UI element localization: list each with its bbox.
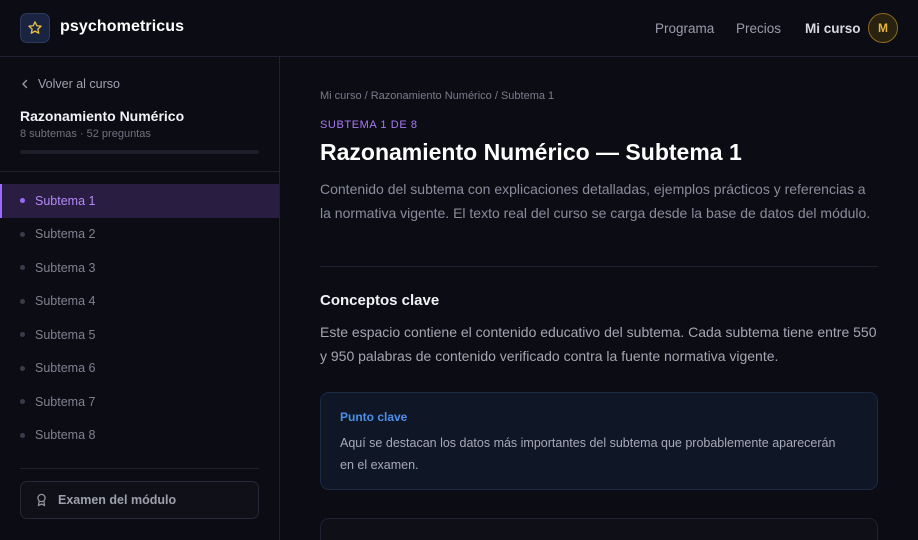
bullet-dot-icon [20,399,25,405]
logo[interactable] [20,13,50,43]
avatar[interactable]: M [868,13,898,43]
brand-name[interactable]: psychometricus [60,18,184,36]
sidebar-item-label: Subtema 1 [35,193,96,208]
award-icon [37,493,46,507]
nav-link-mi-curso[interactable]: Mi curso [805,21,861,36]
bullet-dot-icon [20,265,25,271]
callout-title: Punto clave [340,410,408,424]
module-exam-button[interactable]: Examen del módulo [20,481,259,519]
key-point-callout: Punto clave Aquí se destacan los datos m… [320,392,878,490]
sidebar-item-subtema-8[interactable]: Subtema 8 [0,419,279,453]
next-content-card [320,518,878,540]
bullet-dot-icon [20,231,25,237]
back-label: Volver al curso [38,77,120,91]
chevron-left-icon [22,79,28,89]
sidebar-divider [0,171,279,172]
lead-paragraph: Contenido del subtema con explicaciones … [320,181,871,221]
bullet-dot-icon [20,332,25,338]
sidebar-item-label: Subtema 8 [35,428,96,443]
section-paragraph: Este espacio contiene el contenido educa… [320,324,877,364]
content-divider [320,266,878,267]
main-content: Mi curso / Razonamiento Numérico / Subte… [320,57,878,540]
module-title: Razonamiento Numérico [20,108,185,124]
sidebar-item-label: Subtema 7 [35,394,96,409]
page-title: Razonamiento Numérico — Subtema 1 [320,139,742,165]
module-meta: 8 subtemas · 52 preguntas [20,128,151,140]
nav-link-programa[interactable]: Programa [655,21,714,36]
sidebar: Volver al curso Razonamiento Numérico 8 … [0,57,280,540]
breadcrumb[interactable]: Mi curso / Razonamiento Numérico / Subte… [320,90,554,102]
sidebar-item-label: Subtema 5 [35,327,96,342]
sidebar-item-label: Subtema 2 [35,227,96,242]
sidebar-item-subtema-7[interactable]: Subtema 7 [0,385,279,419]
sidebar-item-subtema-4[interactable]: Subtema 4 [0,285,279,319]
bullet-dot-icon [20,365,25,371]
sidebar-item-label: Subtema 4 [35,294,96,309]
bullet-dot-icon [20,432,25,438]
bullet-dot-icon [20,198,25,204]
section-heading: Conceptos clave [320,292,440,309]
sidebar-item-label: Subtema 3 [35,260,96,275]
sidebar-item-subtema-6[interactable]: Subtema 6 [0,352,279,386]
subtopic-counter: SUBTEMA 1 DE 8 [320,119,418,131]
sidebar-item-subtema-2[interactable]: Subtema 2 [0,218,279,252]
sidebar-item-subtema-5[interactable]: Subtema 5 [0,318,279,352]
subtopic-list: Subtema 1 Subtema 2 Subtema 3 Subtema 4 … [0,184,279,452]
sidebar-divider [20,468,259,469]
star-icon [28,21,42,34]
callout-text: Aquí se destacan los datos más important… [340,436,836,472]
module-progress-bar [20,150,259,154]
nav-link-precios[interactable]: Precios [736,21,781,36]
sidebar-item-subtema-1[interactable]: Subtema 1 [0,184,279,218]
sidebar-item-label: Subtema 6 [35,361,96,376]
sidebar-item-subtema-3[interactable]: Subtema 3 [0,251,279,285]
exam-button-label: Examen del módulo [58,493,177,507]
back-to-course-link[interactable]: Volver al curso [20,77,120,91]
bullet-dot-icon [20,298,25,304]
top-nav: psychometricus Programa Precios Mi curso… [0,0,918,57]
